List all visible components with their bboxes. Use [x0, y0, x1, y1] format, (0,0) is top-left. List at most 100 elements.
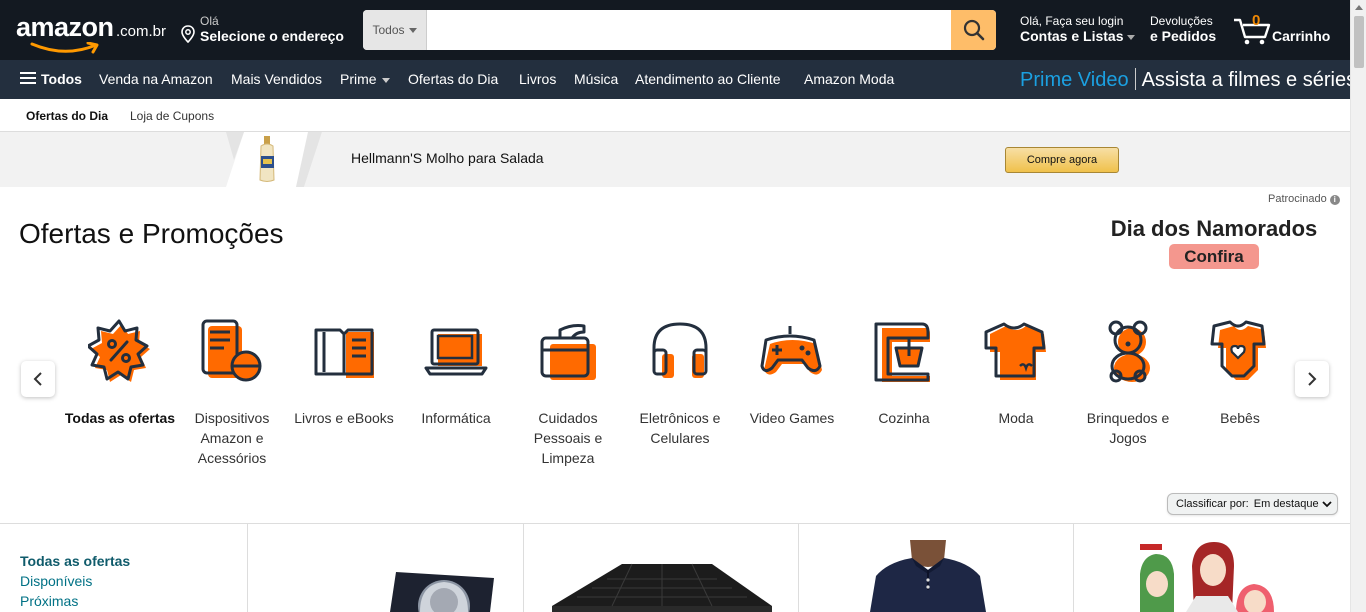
returns-label: Devoluções: [1150, 14, 1213, 28]
laptop-icon: [424, 328, 488, 376]
nav-amazon-fashion[interactable]: Amazon Moda: [804, 71, 894, 87]
amazon-logo[interactable]: amazon .com.br: [16, 12, 167, 54]
prime-video-label: Prime Video: [1020, 69, 1129, 91]
secondary-nav: Todos Venda na Amazon Mais Vendidos Prim…: [0, 60, 1356, 99]
filter-upcoming[interactable]: Próximas: [20, 591, 130, 611]
nav-customer-service[interactable]: Atendimento ao Cliente: [635, 71, 781, 87]
product-image[interactable]: [390, 570, 496, 612]
page-title: Ofertas e Promoções: [19, 218, 284, 249]
sponsored-banner[interactable]: Hellmann'S Molho para Salada Compre agor…: [0, 132, 1350, 187]
carousel-next-button[interactable]: [1295, 361, 1329, 397]
smile-arrow-icon: [30, 42, 99, 54]
search-button[interactable]: [951, 10, 996, 50]
page-scrollbar[interactable]: [1350, 0, 1366, 612]
promo-cta-button[interactable]: Confira: [1169, 244, 1259, 269]
info-icon[interactable]: i: [1329, 195, 1340, 205]
carousel-prev-button[interactable]: [21, 361, 55, 397]
deal-filters: Todas as ofertas Disponíveis Próximas: [20, 551, 130, 611]
category-label: Informática: [421, 410, 491, 426]
nav-sell-on-amazon[interactable]: Venda na Amazon: [99, 71, 213, 87]
scrollbar-thumb[interactable]: [1354, 16, 1364, 68]
nav-prime[interactable]: Prime: [340, 71, 390, 87]
gamepad-icon: [760, 326, 822, 375]
logo-domain: .com.br: [116, 23, 167, 40]
product-image: [226, 132, 322, 187]
sort-dropdown[interactable]: Classificar por: Em destaque: [1167, 493, 1338, 515]
buy-now-button[interactable]: Compre agora: [1005, 147, 1119, 173]
open-book-icon: [314, 328, 374, 378]
sponsored-label: Patrocinado i: [1268, 193, 1340, 205]
nav-music[interactable]: Música: [574, 71, 618, 87]
chevron-right-icon: [1308, 372, 1317, 386]
product-image[interactable]: [870, 540, 986, 612]
caret-down-icon: [1127, 34, 1136, 40]
category-label: Eletrônicos e Celulares: [639, 410, 721, 446]
logo-text: amazon: [16, 12, 114, 42]
filter-available[interactable]: Disponíveis: [20, 571, 130, 591]
category-label: Dispositivos Amazon e Acessórios: [194, 410, 270, 466]
category-label: Cozinha: [878, 410, 930, 426]
all-menu-button[interactable]: Todos: [20, 71, 82, 87]
chevron-down-icon: [1322, 501, 1332, 508]
nav-todays-deals[interactable]: Ofertas do Dia: [408, 71, 498, 87]
headphones-icon: [652, 322, 708, 378]
valentines-promo[interactable]: Dia dos Namorados Confira: [1108, 216, 1320, 272]
account-greeting: Olá, Faça seu login: [1020, 14, 1124, 28]
nav-prime-label: Prime: [340, 71, 377, 87]
cart-button[interactable]: 0 Carrinho: [1232, 12, 1342, 48]
sponsored-text: Patrocinado: [1268, 193, 1327, 205]
category-label: Video Games: [749, 410, 835, 426]
chevron-left-icon: [33, 372, 42, 386]
search-input[interactable]: [427, 10, 951, 50]
nav-best-sellers[interactable]: Mais Vendidos: [231, 71, 322, 87]
tab-todays-deals[interactable]: Ofertas do Dia: [26, 109, 108, 123]
divider: [247, 524, 248, 612]
caret-down-icon: [381, 77, 390, 83]
category-label: Brinquedos e Jogos: [1086, 410, 1170, 446]
deliver-address-label: Selecione o endereço: [200, 28, 344, 44]
deals-tabs: Ofertas do Dia Loja de Cupons: [0, 99, 1350, 132]
percent-badge-icon: [88, 319, 150, 382]
banner-product-text: Hellmann'S Molho para Salada: [351, 150, 544, 166]
search-department-label: Todos: [372, 23, 405, 37]
tshirt-icon: [984, 322, 1046, 380]
divider: [0, 523, 1350, 524]
promo-title: Dia dos Namorados: [1110, 216, 1318, 241]
account-lists-row: Contas e Listas: [1020, 28, 1136, 44]
divider: [523, 524, 524, 612]
product-image[interactable]: [1136, 540, 1286, 612]
tab-coupons[interactable]: Loja de Cupons: [130, 109, 214, 123]
sort-value: Em destaque: [1253, 498, 1319, 510]
caret-down-icon: [408, 27, 417, 33]
deliver-greeting: Olá: [200, 14, 219, 28]
location-pin-icon: [181, 25, 195, 43]
divider: [1073, 524, 1074, 612]
divider: [798, 524, 799, 612]
personal-care-icon: [540, 324, 596, 380]
baby-bodysuit-icon: [1210, 320, 1266, 380]
account-menu[interactable]: Olá, Faça seu login Contas e Listas: [1020, 14, 1136, 44]
search-department-select[interactable]: Todos: [363, 10, 427, 50]
returns-orders-link[interactable]: Devoluções e Pedidos: [1150, 14, 1216, 44]
divider: [1134, 68, 1136, 90]
top-nav: amazon .com.br Olá Selecione o endereço …: [0, 0, 1350, 60]
account-lists-label: Contas e Listas: [1020, 28, 1124, 44]
category-label: Livros e eBooks: [294, 410, 394, 426]
orders-label: e Pedidos: [1150, 28, 1217, 44]
teddy-bear-icon: [1108, 320, 1150, 383]
kindle-device-icon: [201, 319, 262, 382]
filter-all-deals[interactable]: Todas as ofertas: [20, 551, 130, 571]
hamburger-menu-icon: [20, 72, 36, 85]
prime-video-promo[interactable]: Prime Video Assista a filmes e séries: [1020, 68, 1356, 92]
nav-books[interactable]: Livros: [519, 71, 556, 87]
cart-label: Carrinho: [1272, 28, 1331, 44]
category-label: Todas as ofertas: [64, 410, 176, 426]
product-image[interactable]: [552, 562, 772, 612]
prime-video-tagline: Assista a filmes e séries: [1141, 69, 1357, 91]
search-icon: [963, 19, 984, 41]
scroll-up-arrow-icon[interactable]: [1355, 5, 1363, 10]
stand-mixer-icon: [874, 322, 930, 382]
category-label: Moda: [998, 410, 1034, 426]
search-bar: Todos: [363, 10, 996, 50]
sort-label: Classificar por:: [1176, 498, 1249, 510]
